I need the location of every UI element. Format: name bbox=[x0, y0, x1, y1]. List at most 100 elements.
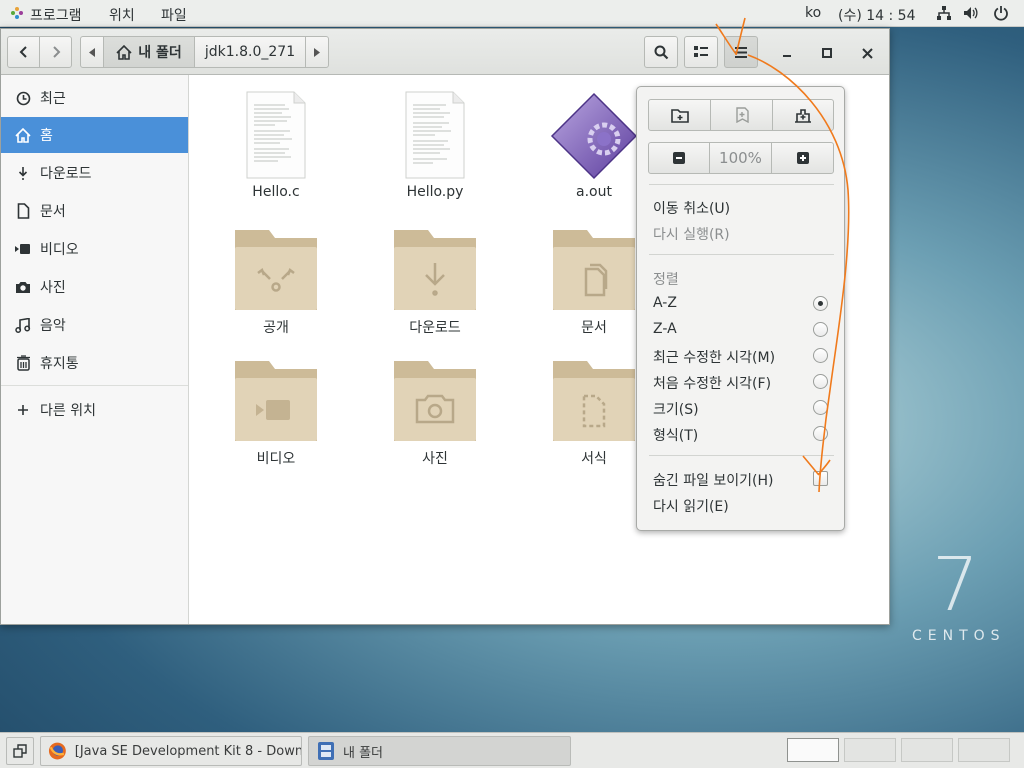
undo-item[interactable]: 이동 취소(U) bbox=[653, 198, 730, 218]
folder-item[interactable]: 비디오 bbox=[221, 360, 331, 470]
close-button[interactable] bbox=[857, 43, 877, 63]
folder-item[interactable]: 사진 bbox=[380, 360, 490, 470]
file-name: 서식 bbox=[581, 451, 607, 467]
minimize-button[interactable] bbox=[777, 43, 797, 63]
folder-item[interactable]: 서식 bbox=[539, 360, 649, 470]
folder-public-icon bbox=[235, 230, 317, 310]
list-view-icon bbox=[694, 46, 708, 57]
folder-templates-icon bbox=[553, 361, 635, 441]
sidebar-item-downloads[interactable]: 다운로드 bbox=[1, 155, 188, 191]
sidebar-item-label: 비디오 bbox=[40, 242, 79, 258]
show-desktop-button[interactable] bbox=[6, 737, 34, 765]
breadcrumb-home[interactable]: 내 폴더 bbox=[103, 36, 195, 68]
back-button[interactable] bbox=[7, 36, 40, 68]
breadcrumb-scroll-right[interactable] bbox=[305, 36, 329, 68]
sort-option-first-modified[interactable]: 처음 수정한 시각(F) bbox=[653, 373, 771, 393]
plus-icon bbox=[15, 402, 31, 418]
text-file-icon bbox=[405, 91, 465, 179]
sort-option-type[interactable]: 형식(T) bbox=[653, 425, 698, 445]
home-icon bbox=[116, 44, 132, 60]
search-button[interactable] bbox=[644, 36, 678, 68]
trash-icon bbox=[15, 355, 31, 371]
zoom-out-button[interactable] bbox=[648, 142, 710, 174]
bookmark-button[interactable] bbox=[710, 99, 773, 131]
view-toggle-button[interactable] bbox=[684, 36, 718, 68]
taskbar-item-files[interactable]: 내 폴더 bbox=[308, 736, 571, 766]
file-item[interactable]: Hello.py bbox=[380, 91, 490, 207]
sidebar-item-label: 사진 bbox=[40, 280, 66, 296]
volume-icon[interactable] bbox=[963, 5, 980, 25]
sort-radio-size[interactable] bbox=[813, 400, 828, 415]
new-folder-button[interactable] bbox=[648, 99, 711, 131]
show-hidden-checkbox[interactable] bbox=[813, 471, 828, 486]
folder-item[interactable]: 공개 bbox=[221, 229, 331, 339]
new-tab-button[interactable] bbox=[772, 99, 834, 131]
sort-radio-last-modified[interactable] bbox=[813, 348, 828, 363]
sidebar-item-other-locations[interactable]: 다른 위치 bbox=[1, 392, 188, 428]
view-menu-popover: 100% 이동 취소(U) 다시 실행(R) 정렬 A-Z Z-A 최근 수정한… bbox=[636, 86, 845, 531]
sidebar-item-trash[interactable]: 휴지통 bbox=[1, 345, 188, 381]
zoom-reset-button[interactable]: 100% bbox=[709, 142, 772, 174]
sidebar-item-recent[interactable]: 최근 bbox=[1, 80, 188, 116]
reload-item[interactable]: 다시 읽기(E) bbox=[653, 496, 729, 516]
input-method-indicator[interactable]: ko bbox=[805, 5, 821, 21]
file-name: 다운로드 bbox=[409, 320, 461, 336]
places-menu[interactable]: 위치 bbox=[109, 5, 135, 25]
taskbar-item-firefox[interactable]: [Java SE Development Kit 8 - Down… bbox=[40, 736, 302, 766]
clock[interactable]: (수) 14 : 54 bbox=[838, 5, 916, 25]
sort-radio-type[interactable] bbox=[813, 426, 828, 441]
zoom-in-button[interactable] bbox=[771, 142, 834, 174]
menu-separator bbox=[649, 184, 834, 185]
top-panel: 프로그램 위치 파일 ko (수) 14 : 54 bbox=[0, 0, 1024, 27]
menu-button[interactable] bbox=[724, 36, 758, 68]
zoom-out-icon bbox=[673, 152, 685, 164]
network-icon[interactable] bbox=[936, 5, 952, 25]
sort-option-last-modified[interactable]: 최근 수정한 시각(M) bbox=[653, 347, 775, 367]
maximize-button[interactable] bbox=[817, 43, 837, 63]
menu-separator bbox=[649, 455, 834, 456]
sort-option-z-a[interactable]: Z-A bbox=[653, 321, 677, 337]
workspace-1[interactable] bbox=[787, 738, 839, 762]
file-name: Hello.c bbox=[252, 184, 300, 200]
sidebar-item-videos[interactable]: 비디오 bbox=[1, 231, 188, 267]
sort-option-size[interactable]: 크기(S) bbox=[653, 399, 699, 419]
firefox-icon bbox=[48, 742, 66, 760]
search-icon bbox=[654, 45, 668, 59]
show-desktop-icon bbox=[13, 744, 27, 758]
sidebar-item-pictures[interactable]: 사진 bbox=[1, 269, 188, 305]
file-name: 비디오 bbox=[256, 451, 296, 467]
file-menu[interactable]: 파일 bbox=[161, 5, 187, 25]
centos-version-mark: 7 bbox=[932, 542, 980, 628]
sort-radio-z-a[interactable] bbox=[813, 322, 828, 337]
window-list-bar: [Java SE Development Kit 8 - Down… 내 폴더 bbox=[0, 732, 1024, 768]
folder-item[interactable]: 문서 bbox=[539, 229, 649, 339]
show-hidden-files-item[interactable]: 숨긴 파일 보이기(H) bbox=[653, 470, 774, 490]
apps-logo-icon[interactable] bbox=[10, 6, 24, 24]
sort-radio-a-z[interactable] bbox=[813, 296, 828, 311]
file-item[interactable]: Hello.c bbox=[221, 91, 331, 207]
home-icon bbox=[15, 127, 31, 143]
workspace-4[interactable] bbox=[958, 738, 1010, 762]
folder-videos-icon bbox=[235, 361, 317, 441]
music-icon bbox=[15, 317, 31, 333]
power-icon[interactable] bbox=[993, 5, 1009, 25]
sidebar-separator bbox=[1, 385, 188, 386]
folder-item[interactable]: 다운로드 bbox=[380, 229, 490, 339]
workspace-3[interactable] bbox=[901, 738, 953, 762]
text-file-icon bbox=[246, 91, 306, 179]
sidebar-item-music[interactable]: 음악 bbox=[1, 307, 188, 343]
breadcrumb-scroll-left[interactable] bbox=[80, 36, 104, 68]
sidebar-item-label: 다른 위치 bbox=[40, 403, 96, 419]
clock-icon bbox=[15, 90, 31, 106]
sidebar-item-documents[interactable]: 문서 bbox=[1, 193, 188, 229]
applications-menu[interactable]: 프로그램 bbox=[30, 5, 82, 25]
chevron-left-icon bbox=[19, 46, 27, 58]
workspace-2[interactable] bbox=[844, 738, 896, 762]
sort-radio-first-modified[interactable] bbox=[813, 374, 828, 389]
sidebar-item-home[interactable]: 홈 bbox=[1, 117, 188, 153]
forward-button[interactable] bbox=[39, 36, 72, 68]
triangle-right-icon bbox=[314, 47, 320, 57]
sort-option-a-z[interactable]: A-Z bbox=[653, 295, 677, 311]
breadcrumb-current[interactable]: jdk1.8.0_271 bbox=[194, 36, 306, 68]
file-item[interactable]: a.out bbox=[539, 91, 649, 207]
